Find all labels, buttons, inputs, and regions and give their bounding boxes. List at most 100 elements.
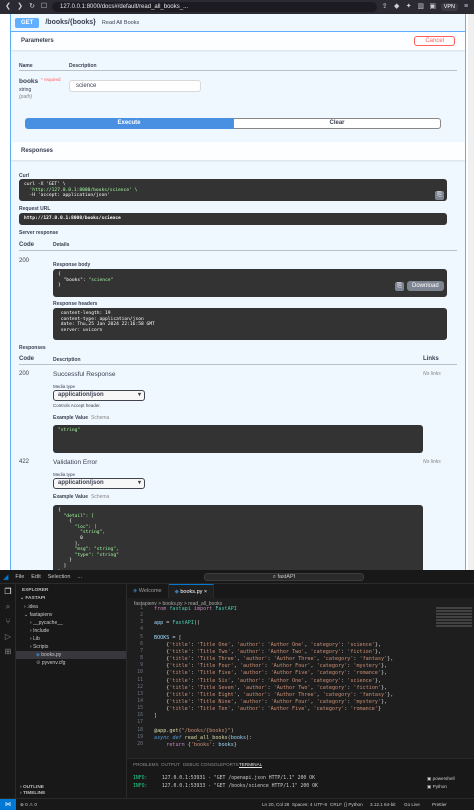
code-token: BOOKS [154, 634, 173, 641]
code-token: 'author' [236, 706, 262, 713]
code-token: from [154, 606, 170, 612]
col-name-header: Name [19, 63, 33, 69]
code-token: 'title' [169, 663, 191, 670]
editor-tabs: ◈ Welcome ◆ books.py × [127, 584, 474, 598]
menu-icon[interactable]: ≡ [462, 3, 470, 11]
minimap[interactable] [434, 606, 474, 636]
example-value-tab-422[interactable]: Example Value [53, 494, 88, 500]
address-bar[interactable]: 127.0.0.1:8000/docs#/default/read_all_bo… [52, 2, 377, 12]
code-editor[interactable]: 1 from fastapi import FastAPI 2 3 app = Fast… [127, 606, 434, 758]
code-token: 'Title Eight' [196, 691, 237, 698]
close-icon[interactable]: × [204, 589, 207, 595]
timeline-section[interactable]: › TIMELINE [20, 790, 45, 798]
code-token: return [154, 741, 188, 748]
execute-button[interactable]: Execute [25, 118, 233, 129]
source-control-icon[interactable]: ⑂ [0, 614, 16, 629]
language-mode[interactable]: {} Python [344, 802, 363, 807]
line-number: 17 [137, 720, 143, 726]
reload-icon[interactable]: ↻ [28, 3, 36, 11]
forward-icon[interactable]: ❯ [16, 3, 24, 11]
extensions-icon[interactable]: ✦ [405, 3, 413, 11]
bottom-panel: PROBLEMS OUTPUT DEBUG CONSOLE PORTS TERM… [127, 758, 474, 798]
menu-file[interactable]: File [15, 574, 24, 580]
code-token: FastAPI [215, 606, 237, 612]
encoding[interactable]: UTF-8 [314, 802, 327, 807]
code-token: 'title' [169, 684, 191, 691]
prettier-status[interactable]: Prettier [432, 802, 447, 807]
bookmark-icon[interactable]: ☐ [40, 3, 48, 11]
clear-button[interactable]: Clear [233, 118, 441, 129]
panel-tab-ports[interactable]: PORTS [223, 762, 239, 767]
media-type-select-422[interactable]: application/json [53, 478, 145, 489]
terminal-shell-label: powershell [432, 776, 455, 781]
details-col-header: Details [53, 242, 70, 248]
code-token: { [154, 641, 170, 648]
code-line: from fastapi import FastAPI [154, 606, 237, 612]
log-level: INFO: [133, 776, 148, 781]
line-number: 6 [140, 641, 143, 647]
problems-count[interactable]: ⊗ 0 ⚠ 0 [20, 802, 37, 808]
code-token: 'Author Two' [273, 684, 311, 691]
books-param-input[interactable]: science [69, 80, 201, 92]
share-icon[interactable]: ⇪ [381, 3, 389, 11]
tree-item-scripts[interactable]: › Scripts [16, 643, 126, 651]
schema-tab-422[interactable]: Schema [91, 494, 109, 500]
explorer-icon[interactable]: ❐ [0, 584, 16, 599]
panel-tab-terminal[interactable]: TERMINAL [239, 762, 263, 768]
example-value-tab[interactable]: Example Value [53, 415, 88, 421]
tree-item-pyvenv[interactable]: ⚙ pyvenv.cfg [16, 659, 126, 667]
tree-item-fastapienv[interactable]: ⌄ fastapienv [16, 611, 126, 619]
wallet-icon[interactable]: ▣ [429, 3, 437, 11]
terminal-instance-powershell[interactable]: ▣ powershell [427, 776, 455, 782]
code-token: 'category' [310, 641, 342, 648]
cursor-position[interactable]: Ln 20, Col 28 [262, 802, 289, 807]
code-line: {'title': 'Title One', 'author': 'Author… [154, 642, 381, 648]
download-button[interactable]: Download [407, 281, 444, 291]
brave-shield-icon[interactable]: ◆ [393, 3, 401, 11]
remote-icon[interactable]: ⋈ [0, 799, 16, 810]
log-message: 127.0.0.1:53933 - "GET /books/science HT… [147, 784, 318, 789]
schema-tab[interactable]: Schema [91, 415, 109, 421]
page-scrollbar[interactable] [468, 14, 474, 570]
cancel-button[interactable]: Cancel [414, 36, 455, 46]
code-token: 'mystery' [353, 663, 382, 670]
tab-welcome[interactable]: ◈ Welcome [127, 584, 169, 598]
sidebar-icon[interactable]: ▥ [417, 3, 425, 11]
menu-selection[interactable]: Selection [48, 574, 71, 580]
copy-icon[interactable]: ⎘ [435, 191, 444, 200]
command-center[interactable]: ⌕ fastAPI [204, 573, 364, 581]
tree-item-lib[interactable]: › Lib [16, 635, 126, 643]
search-view-icon[interactable]: ⌕ [0, 599, 16, 614]
run-debug-icon[interactable]: ▷ [0, 629, 16, 644]
back-icon[interactable]: ❮ [4, 3, 12, 11]
tree-item-include[interactable]: › Include [16, 627, 126, 635]
extensions-view-icon[interactable]: ⊞ [0, 644, 16, 659]
vpn-button[interactable]: VPN [440, 3, 458, 11]
code-token: = [ [172, 634, 182, 641]
tree-item-pycache[interactable]: › __pycache__ [16, 619, 126, 627]
media-type-select-200[interactable]: application/json [53, 390, 145, 401]
tree-item-idea[interactable]: › .idea [16, 603, 126, 611]
go-live-button[interactable]: Go Live [404, 802, 420, 807]
project-root[interactable]: ⌄ FASTAPI [16, 595, 126, 603]
panel-tab-problems[interactable]: PROBLEMS [133, 762, 159, 767]
tab-books-py[interactable]: ◆ books.py × [168, 584, 215, 598]
line-number: 18 [137, 727, 143, 733]
code-token: 'category' [313, 706, 345, 713]
parameters-bar: Parameters Cancel [11, 32, 465, 50]
operation-header[interactable]: GET /books/{books} Read All Books [11, 14, 465, 32]
panel-tab-output[interactable]: OUTPUT [161, 762, 180, 767]
line-ending[interactable]: CRLF [330, 802, 342, 807]
example-422: { "detail": [ { "loc": [ "string", 0 ], … [53, 505, 423, 570]
python-interpreter[interactable]: 3.12.1 64-bit [370, 802, 396, 807]
tree-item-books-py[interactable]: ◆ books.py [16, 651, 126, 659]
vscode-logo-icon: ◢ [3, 573, 9, 581]
menu-edit[interactable]: Edit [31, 574, 40, 580]
panel-tab-debug-console[interactable]: DEBUG CONSOLE [183, 762, 223, 767]
terminal-instance-python[interactable]: ▣ Python [427, 784, 447, 790]
copy-body-icon[interactable]: ⎘ [395, 282, 404, 291]
line-number: 16 [137, 713, 143, 719]
code-token: "/books/{books}" [181, 727, 231, 734]
menu-more[interactable]: ... [77, 574, 82, 580]
indentation[interactable]: Spaces: 4 [292, 802, 312, 807]
